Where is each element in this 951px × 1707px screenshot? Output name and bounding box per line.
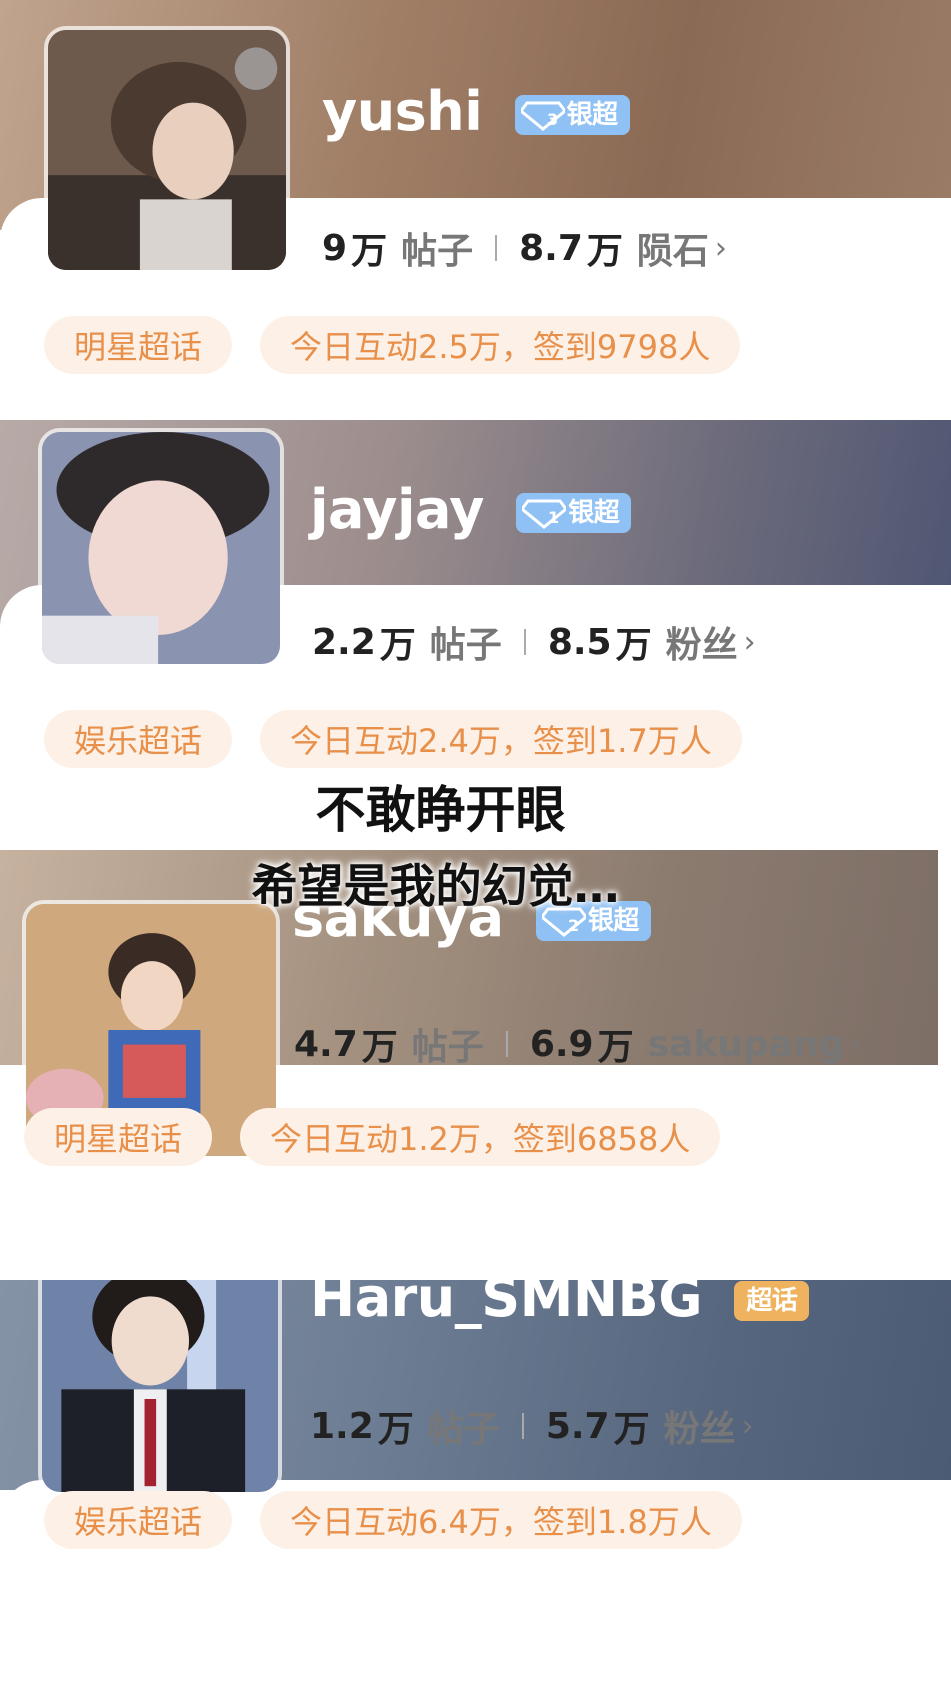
overlay-caption-line2: 希望是我的幻觉… [251,859,620,913]
avatar[interactable] [38,1280,282,1496]
activity-tag[interactable]: 今日互动1.2万，签到6858人 [240,1108,721,1166]
supertopic-badge: 超话 [734,1281,810,1322]
diamond-level-icon: 1 [520,495,568,531]
category-tag[interactable]: 明星超话 [44,316,233,374]
supertopic-name[interactable]: Haru_SMNBG 超话 [310,1280,810,1328]
stats-row[interactable]: 9 万 帖子 8.7 万 陨石 › [322,222,727,274]
activity-tag[interactable]: 今日互动2.4万，签到1.7万人 [260,710,742,768]
stats-row[interactable]: 1.2 万 帖子 5.7 万 粉丝 › [310,1400,754,1452]
stats-divider [505,1031,508,1057]
svg-text:2: 2 [568,916,579,935]
svg-text:3: 3 [547,110,558,129]
overlay-caption-line1: 不敢睁开眼 [315,781,566,839]
chevron-right-icon: › [741,1408,754,1444]
category-tag[interactable]: 明星超话 [24,1108,213,1166]
stats-divider [495,235,498,261]
supertopic-card-yushi[interactable]: yushi 3 银超 9 万 帖子 8.7 万 陨石 › 明星超话 今日互动2.… [0,0,951,420]
tag-row: 明星超话 今日互动2.5万，签到9798人 [44,316,741,374]
chevron-right-icon: › [743,624,756,660]
supertopic-name[interactable]: yushi 3 银超 [322,82,630,142]
stats-row[interactable]: 4.7 万 帖子 6.9 万 sakupang › [294,1018,862,1070]
category-tag[interactable]: 娱乐超话 [44,1491,233,1549]
activity-tag[interactable]: 今日互动2.5万，签到9798人 [260,316,741,374]
avatar[interactable] [38,428,284,668]
silver-supertopic-badge: 1 银超 [516,493,632,534]
chevron-right-icon: › [714,230,727,266]
activity-tag[interactable]: 今日互动6.4万，签到1.8万人 [260,1491,742,1549]
svg-text:1: 1 [548,508,559,527]
supertopic-name[interactable]: jayjay 1 银超 [310,480,632,540]
stats-divider [523,629,526,655]
supertopic-card-haru[interactable]: Haru_SMNBG 超话 1.2 万 帖子 5.7 万 粉丝 › 娱乐超话 今… [0,1280,951,1707]
category-tag[interactable]: 娱乐超话 [44,710,233,768]
silver-supertopic-badge: 3 银超 [514,95,630,136]
chevron-right-icon: › [850,1026,863,1062]
avatar[interactable] [44,26,290,274]
tag-row: 娱乐超话 今日互动2.4万，签到1.7万人 [44,710,742,768]
diamond-level-icon: 3 [519,97,567,133]
stats-divider [521,1413,524,1439]
tag-row: 明星超话 今日互动1.2万，签到6858人 [24,1108,721,1166]
stats-row[interactable]: 2.2 万 帖子 8.5 万 粉丝 › [312,616,756,668]
tag-row: 娱乐超话 今日互动6.4万，签到1.8万人 [44,1491,742,1549]
